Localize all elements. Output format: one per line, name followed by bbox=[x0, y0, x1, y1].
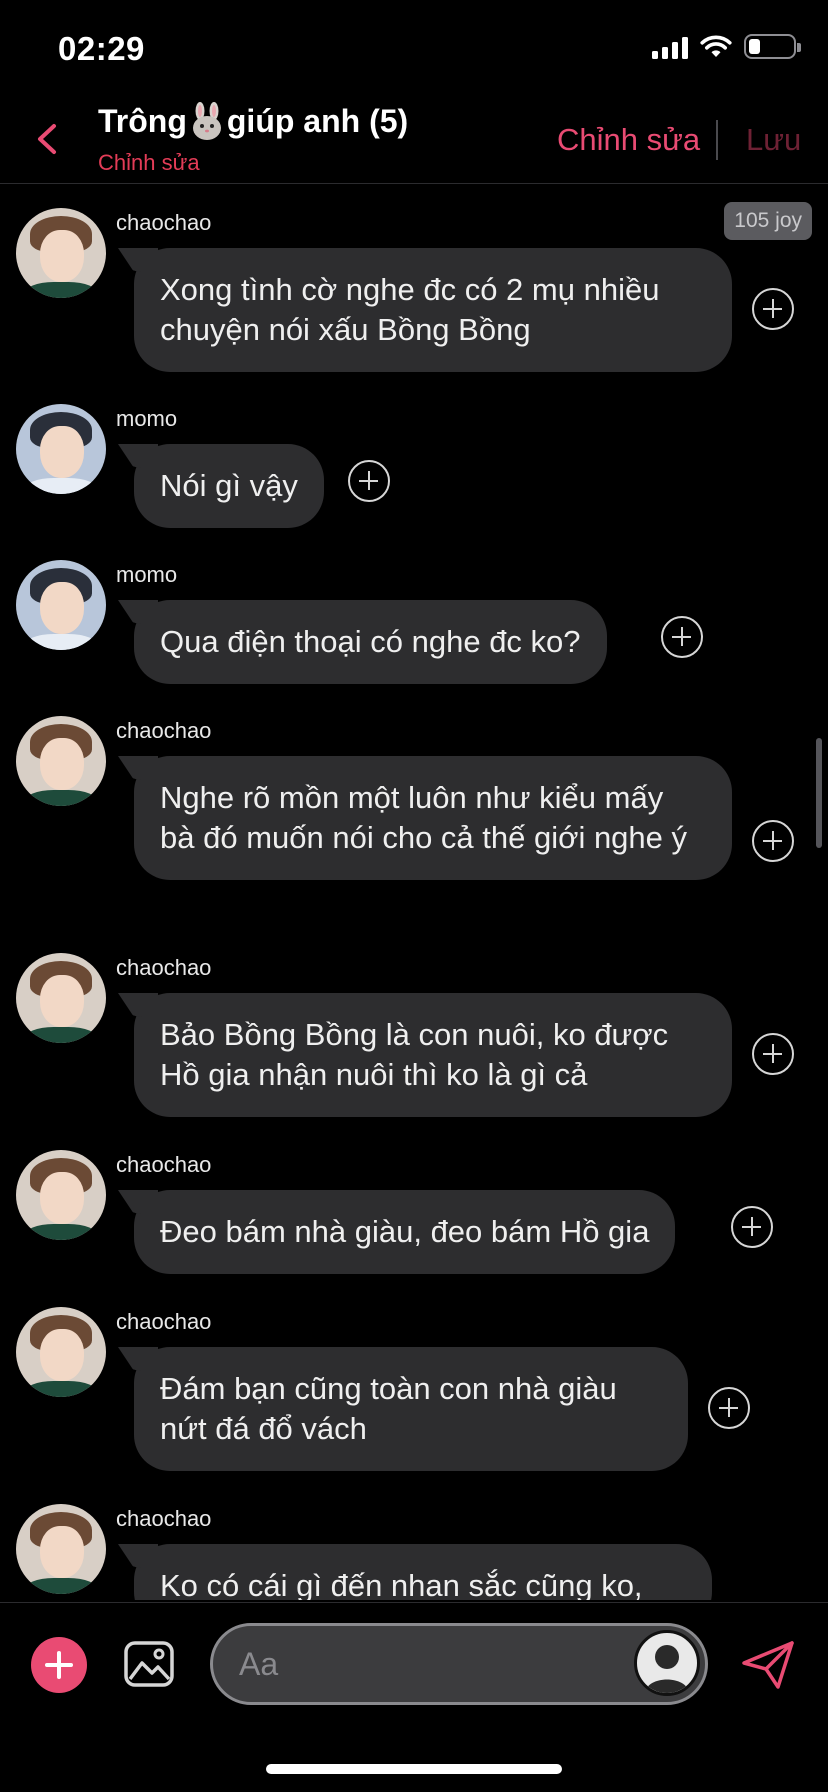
sender-name: chaochao bbox=[116, 1152, 212, 1177]
rabbit-icon bbox=[192, 102, 221, 140]
message-input[interactable] bbox=[239, 1626, 599, 1702]
status-bar: 02:29 bbox=[0, 0, 828, 100]
message-list[interactable]: 105 joy chaochao Xong tình cờ nghe đc có… bbox=[0, 186, 828, 1600]
message-input-wrapper bbox=[210, 1623, 708, 1705]
message-bubble[interactable]: Bảo Bồng Bồng là con nuôi, ko được Hồ gi… bbox=[134, 993, 732, 1117]
battery-icon bbox=[744, 34, 801, 59]
chat-title-suffix: giúp anh (5) bbox=[226, 102, 409, 139]
sender-name: chaochao bbox=[116, 210, 212, 235]
sender-name: chaochao bbox=[116, 1309, 212, 1334]
avatar[interactable] bbox=[16, 1307, 106, 1397]
message-bubble[interactable]: Nói gì vậy bbox=[134, 444, 324, 528]
plus-circle-icon[interactable] bbox=[31, 1637, 87, 1693]
add-reaction-button[interactable] bbox=[661, 616, 703, 658]
add-reaction-button[interactable] bbox=[708, 1387, 750, 1429]
status-icons bbox=[652, 34, 801, 59]
chat-subtitle: Chỉnh sửa bbox=[98, 150, 200, 175]
message-bubble[interactable]: Xong tình cờ nghe đc có 2 mụ nhiều chuyệ… bbox=[134, 248, 732, 372]
chevron-left-icon[interactable] bbox=[26, 114, 70, 164]
message-bubble[interactable]: Đám bạn cũng toàn con nhà giàu nứt đá đổ… bbox=[134, 1347, 688, 1471]
add-reaction-button[interactable] bbox=[752, 1033, 794, 1075]
message-input-bar bbox=[0, 1602, 828, 1722]
message-bubble[interactable]: Qua điện thoại có nghe đc ko? bbox=[134, 600, 607, 684]
add-reaction-button[interactable] bbox=[752, 820, 794, 862]
save-button[interactable]: Lưu bbox=[746, 122, 801, 158]
wifi-icon bbox=[700, 35, 732, 57]
avatar[interactable] bbox=[16, 404, 106, 494]
edit-button[interactable]: Chỉnh sửa bbox=[557, 122, 700, 158]
sender-name: chaochao bbox=[116, 718, 212, 743]
message-bubble[interactable]: Đeo bám nhà giàu, đeo bám Hồ gia bbox=[134, 1190, 676, 1274]
chat-title-prefix: Trông bbox=[98, 102, 187, 139]
status-time: 02:29 bbox=[58, 30, 145, 67]
avatar[interactable] bbox=[16, 560, 106, 650]
add-reaction-button[interactable] bbox=[348, 460, 390, 502]
image-icon[interactable] bbox=[122, 1637, 176, 1691]
avatar[interactable] bbox=[16, 716, 106, 806]
chat-title: Trông giúp anh (5) bbox=[98, 102, 408, 140]
message-bubble[interactable]: Nghe rõ mồn một luôn như kiểu mấy bà đó … bbox=[134, 756, 732, 880]
message-bubble[interactable]: Ko có cái gì đến nhan sắc cũng ko, bbox=[134, 1544, 712, 1600]
header-divider bbox=[716, 120, 718, 160]
chat-title-block[interactable]: Trông giúp anh (5) Chỉnh sửa bbox=[98, 102, 408, 176]
sender-name: chaochao bbox=[116, 955, 212, 980]
sender-name: momo bbox=[116, 562, 178, 587]
avatar[interactable] bbox=[16, 953, 106, 1043]
send-icon[interactable] bbox=[740, 1639, 796, 1691]
add-reaction-button[interactable] bbox=[752, 288, 794, 330]
joy-badge: 105 joy bbox=[724, 202, 812, 240]
avatar[interactable] bbox=[16, 1504, 106, 1594]
add-reaction-button[interactable] bbox=[731, 1206, 773, 1248]
avatar[interactable] bbox=[16, 1150, 106, 1240]
sender-name: chaochao bbox=[116, 1506, 212, 1531]
cellular-signal-icon bbox=[652, 35, 688, 59]
avatar[interactable] bbox=[16, 208, 106, 298]
chat-header: Trông giúp anh (5) Chỉnh sửa Chỉnh sửa L… bbox=[0, 100, 828, 184]
persona-avatar-icon[interactable] bbox=[634, 1630, 700, 1696]
scrollbar[interactable] bbox=[816, 738, 822, 848]
sender-name: momo bbox=[116, 406, 178, 431]
home-indicator[interactable] bbox=[266, 1764, 562, 1774]
